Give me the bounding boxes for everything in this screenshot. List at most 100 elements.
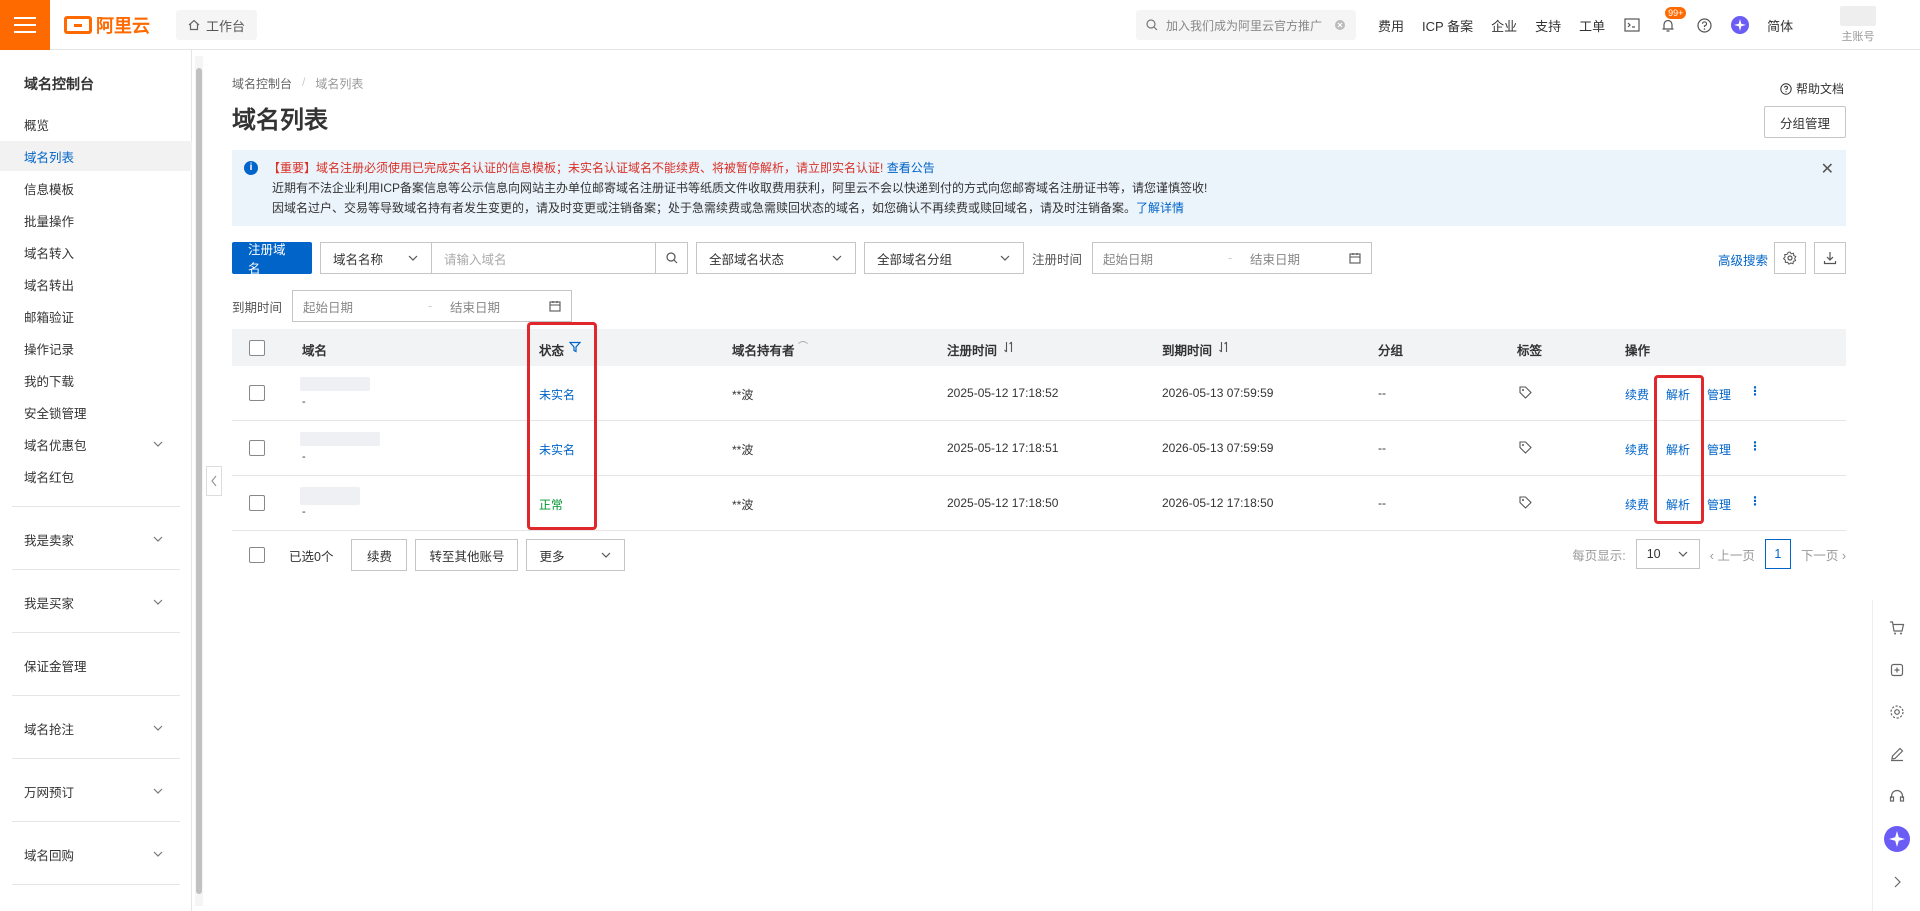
more-select[interactable]: 更多 bbox=[526, 539, 626, 571]
sidebar-item-oplog[interactable]: 操作记录 bbox=[0, 333, 192, 363]
footer-select-all-checkbox[interactable] bbox=[249, 547, 265, 563]
breadcrumb: 域名控制台 / 域名列表 bbox=[232, 75, 363, 92]
more-actions-icon[interactable]: ⋮ bbox=[1749, 494, 1761, 508]
expire-date-range[interactable]: 起始日期 - 结束日期 bbox=[292, 290, 573, 322]
sidebar-collapse-button[interactable] bbox=[206, 466, 222, 496]
expire-start-date[interactable]: 起始日期 bbox=[303, 297, 428, 316]
renew-link[interactable]: 续费 bbox=[1625, 496, 1649, 513]
reg-start-date[interactable]: 起始日期 bbox=[1103, 249, 1228, 268]
nav-icp[interactable]: ICP 备案 bbox=[1422, 16, 1473, 35]
sidebar-item-redpacket[interactable]: 域名红包 bbox=[0, 461, 192, 491]
reg-date-range[interactable]: 起始日期 - 结束日期 bbox=[1092, 242, 1373, 274]
help-docs-link[interactable]: 帮助文档 bbox=[1780, 80, 1844, 97]
domain-name-redacted[interactable] bbox=[300, 377, 370, 391]
nav-enterprise[interactable]: 企业 bbox=[1491, 16, 1517, 35]
sidebar-group-reserve[interactable]: 万网预订 bbox=[0, 776, 192, 806]
settings-button[interactable] bbox=[1774, 242, 1806, 274]
breadcrumb-parent[interactable]: 域名控制台 bbox=[232, 75, 292, 92]
more-actions-icon[interactable]: ⋮ bbox=[1749, 384, 1761, 398]
aliyun-logo[interactable]: 阿里云 bbox=[64, 14, 150, 36]
register-domain-button[interactable]: 注册域名 bbox=[232, 242, 312, 276]
sidebar-group-buyer[interactable]: 我是买家 bbox=[0, 587, 192, 617]
download-button[interactable] bbox=[1814, 242, 1846, 274]
service-icon[interactable] bbox=[1887, 660, 1907, 680]
sidebar-item-batch[interactable]: 批量操作 bbox=[0, 205, 192, 235]
close-icon[interactable]: ✕ bbox=[1821, 160, 1834, 180]
top-nav: 费用 ICP 备案 企业 支持 工单 99+ 简体 bbox=[1378, 0, 1793, 50]
group-manage-button[interactable]: 分组管理 bbox=[1764, 106, 1846, 138]
sort-icon[interactable] bbox=[1218, 341, 1230, 353]
sidebar-item-overview[interactable]: 概览 bbox=[0, 109, 192, 139]
nav-billing[interactable]: 费用 bbox=[1378, 16, 1404, 35]
sidebar-group-seller[interactable]: 我是卖家 bbox=[0, 524, 192, 554]
more-actions-icon[interactable]: ⋮ bbox=[1749, 439, 1761, 453]
nav-ticket[interactable]: 工单 bbox=[1579, 16, 1605, 35]
sidebar-item-transfer-in[interactable]: 域名转入 bbox=[0, 237, 192, 267]
chevron-right-icon[interactable] bbox=[1887, 872, 1907, 892]
sidebar-item-transfer-out[interactable]: 域名转出 bbox=[0, 269, 192, 299]
ai-assistant-icon[interactable] bbox=[1884, 826, 1910, 852]
cart-icon[interactable] bbox=[1887, 618, 1907, 638]
domain-name-redacted[interactable] bbox=[300, 432, 380, 446]
clear-icon[interactable] bbox=[1334, 19, 1346, 31]
tag-icon[interactable] bbox=[1519, 386, 1532, 399]
notice-announcement-link[interactable]: 查看公告 bbox=[887, 161, 935, 175]
tag-icon[interactable] bbox=[1519, 441, 1532, 454]
next-page-button[interactable]: 下一页 › bbox=[1801, 545, 1846, 564]
per-page-select[interactable]: 10 bbox=[1635, 539, 1700, 569]
language-switch[interactable]: 简体 bbox=[1767, 16, 1793, 35]
sidebar-item-domain-list[interactable]: 域名列表 bbox=[0, 141, 192, 171]
edit-icon[interactable] bbox=[1887, 744, 1907, 764]
manage-link[interactable]: 管理 bbox=[1707, 496, 1731, 513]
domain-name-select[interactable]: 域名名称 bbox=[320, 242, 432, 274]
domain-name-redacted[interactable] bbox=[300, 487, 360, 505]
hide-icon[interactable]: ⌒ bbox=[798, 338, 808, 353]
reg-time-cell: 2025-05-12 17:18:52 bbox=[947, 386, 1059, 400]
sidebar-group-deposit[interactable]: 保证金管理 bbox=[0, 650, 192, 680]
row-checkbox[interactable] bbox=[249, 440, 265, 456]
page-number-current[interactable]: 1 bbox=[1764, 539, 1791, 569]
select-all-checkbox[interactable] bbox=[249, 340, 265, 356]
row-checkbox[interactable] bbox=[249, 385, 265, 401]
sidebar-scroll-thumb[interactable] bbox=[196, 68, 202, 894]
menu-icon[interactable] bbox=[0, 0, 50, 50]
domain-search-button[interactable] bbox=[656, 242, 688, 274]
sidebar-divider bbox=[12, 758, 180, 759]
status-select[interactable]: 全部域名状态 bbox=[696, 242, 856, 274]
sidebar-item-info-template[interactable]: 信息模板 bbox=[0, 173, 192, 203]
advanced-search-link[interactable]: 高级搜索 bbox=[1718, 250, 1768, 269]
account-menu[interactable]: 主账号 bbox=[1836, 6, 1880, 44]
manage-link[interactable]: 管理 bbox=[1707, 441, 1731, 458]
manage-link[interactable]: 管理 bbox=[1707, 386, 1731, 403]
global-search-input[interactable]: 加入我们成为阿里云官方推广 bbox=[1166, 17, 1326, 34]
transfer-account-button[interactable]: 转至其他账号 bbox=[415, 539, 519, 571]
sidebar-item-email-verify[interactable]: 邮箱验证 bbox=[0, 301, 192, 331]
header-group: 分组 bbox=[1378, 344, 1404, 358]
row-checkbox[interactable] bbox=[249, 495, 265, 511]
terminal-icon[interactable] bbox=[1623, 16, 1641, 34]
nav-support[interactable]: 支持 bbox=[1535, 16, 1561, 35]
sidebar-item-downloads[interactable]: 我的下载 bbox=[0, 365, 192, 395]
tag-icon[interactable] bbox=[1519, 496, 1532, 509]
global-search[interactable]: 加入我们成为阿里云官方推广 bbox=[1136, 10, 1356, 40]
sidebar-group-snatch[interactable]: 域名抢注 bbox=[0, 713, 192, 743]
gear-icon[interactable] bbox=[1887, 702, 1907, 722]
domain-search-input[interactable]: 请输入域名 bbox=[432, 242, 656, 274]
reg-end-date[interactable]: 结束日期 bbox=[1250, 249, 1349, 268]
notice-details-link[interactable]: 了解详情 bbox=[1136, 201, 1184, 215]
renew-link[interactable]: 续费 bbox=[1625, 386, 1649, 403]
batch-renew-button[interactable]: 续费 bbox=[351, 539, 408, 571]
group-select[interactable]: 全部域名分组 bbox=[864, 242, 1024, 274]
bell-icon[interactable]: 99+ bbox=[1659, 7, 1687, 34]
sort-icon[interactable] bbox=[1003, 341, 1015, 353]
workbench-button[interactable]: 工作台 bbox=[176, 10, 258, 40]
ai-assistant-icon[interactable] bbox=[1731, 16, 1750, 34]
help-icon[interactable] bbox=[1695, 16, 1713, 34]
sidebar-item-discount[interactable]: 域名优惠包 bbox=[0, 429, 192, 459]
prev-page-button[interactable]: ‹ 上一页 bbox=[1710, 545, 1755, 564]
sidebar-group-buyback[interactable]: 域名回购 bbox=[0, 839, 192, 869]
sidebar-item-security-lock[interactable]: 安全锁管理 bbox=[0, 397, 192, 427]
headset-icon[interactable] bbox=[1887, 786, 1907, 806]
expire-end-date[interactable]: 结束日期 bbox=[450, 297, 549, 316]
renew-link[interactable]: 续费 bbox=[1625, 441, 1649, 458]
